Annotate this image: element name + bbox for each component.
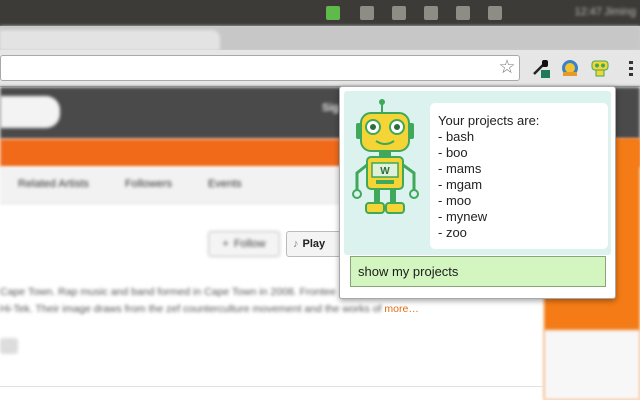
popup-panel: W Your projects are: - bash - boo - mams…	[344, 91, 611, 255]
tray-notes-icon[interactable]	[360, 6, 374, 20]
play-button[interactable]: ♪ Play	[286, 231, 346, 257]
extension-popup: W Your projects are: - bash - boo - mams…	[339, 86, 616, 299]
tab-strip	[0, 26, 640, 50]
projects-speech-bubble: Your projects are: - bash - boo - mams -…	[430, 103, 608, 249]
robot-mascot-icon: W	[352, 99, 419, 214]
bookmark-star-icon[interactable]: ☆	[496, 56, 518, 78]
svg-text:W: W	[380, 166, 390, 177]
page-search-input[interactable]	[0, 96, 60, 128]
address-bar[interactable]	[0, 55, 520, 81]
tab-followers[interactable]: Followers	[107, 167, 190, 203]
project-item: - zoo	[438, 225, 467, 240]
projects-title: Your projects are:	[438, 113, 540, 128]
project-list: - bash - boo - mams - mgam - moo - mynew…	[438, 129, 600, 241]
project-item: - moo	[438, 193, 472, 208]
browser-tab[interactable]	[0, 30, 220, 50]
globe-extension-icon[interactable]	[558, 56, 582, 80]
project-item: - boo	[438, 145, 468, 160]
tab-related-artists[interactable]: Related Artists	[0, 167, 107, 203]
sign-in-link[interactable]: Sig	[322, 102, 339, 114]
sidebar-lower-panel	[544, 330, 640, 400]
tray-keyboard-icon[interactable]	[424, 6, 438, 20]
tray-network-icon[interactable]	[456, 6, 470, 20]
play-icon: ♪	[293, 238, 299, 250]
clock[interactable]: 12:47	[574, 6, 602, 18]
eyedropper-extension-icon[interactable]	[528, 56, 552, 80]
user-name[interactable]: Jiming	[604, 6, 636, 18]
tray-volume-icon[interactable]	[488, 6, 502, 20]
project-item: - mgam	[438, 177, 483, 192]
plus-icon: +	[222, 238, 229, 250]
more-link[interactable]: more…	[384, 303, 418, 315]
tab-events[interactable]: Events	[190, 167, 260, 203]
tray-mail-icon[interactable]	[392, 6, 406, 20]
chrome-menu-icon[interactable]	[624, 56, 638, 80]
follow-label: Follow	[233, 238, 266, 250]
show-my-projects-button[interactable]: show my projects	[350, 256, 606, 287]
project-item: - bash	[438, 129, 475, 144]
follow-button[interactable]: + Follow	[208, 231, 280, 257]
robot-extension-icon[interactable]	[588, 56, 612, 80]
divider	[0, 386, 545, 387]
project-item: - mynew	[438, 209, 488, 224]
tray-app-icon[interactable]	[326, 6, 340, 20]
tag-chip[interactable]	[0, 338, 18, 354]
os-top-bar: 12:47 Jiming	[0, 0, 640, 26]
play-label: Play	[302, 238, 326, 250]
bio-line: Hi-Tek. Their image draws from the zef c…	[0, 303, 382, 315]
project-item: - mams	[438, 161, 482, 176]
